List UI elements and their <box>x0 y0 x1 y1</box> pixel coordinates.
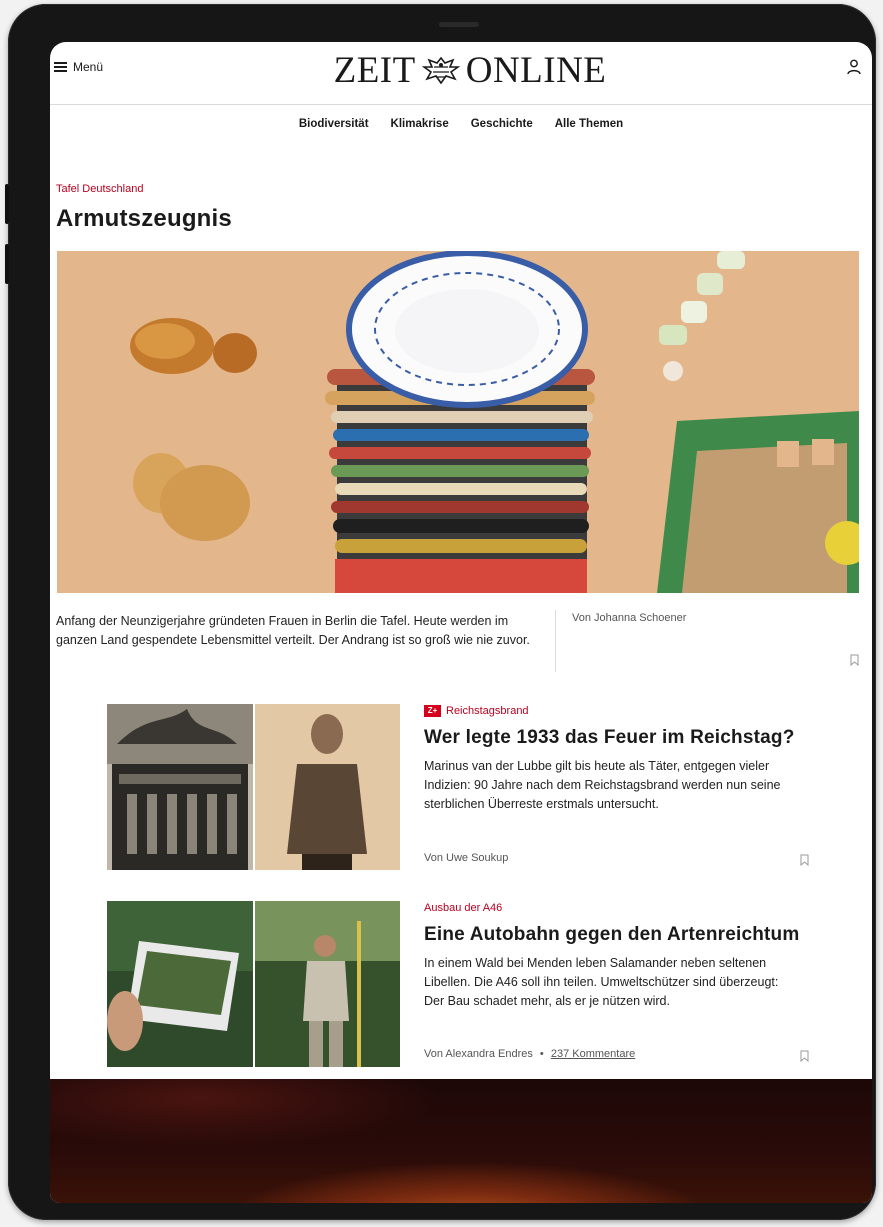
nav-item-geschichte[interactable]: Geschichte <box>471 118 533 130</box>
article-image-autobahn[interactable] <box>107 901 400 1067</box>
menu-label: Menü <box>73 60 104 74</box>
browser-viewport: Menü ZEIT ONLINE Biodiversität Klimakris… <box>50 42 872 1203</box>
zeit-online-logo[interactable]: ZEIT ONLINE <box>320 48 620 92</box>
bookmark-icon[interactable] <box>800 1050 809 1062</box>
hamburger-icon <box>54 62 67 72</box>
dark-teaser-image[interactable] <box>50 1079 872 1203</box>
comments-link[interactable]: 237 Kommentare <box>551 1048 635 1060</box>
side-button <box>5 184 9 224</box>
hero-divider <box>555 610 556 672</box>
bookmark-icon[interactable] <box>800 854 809 866</box>
menu-button[interactable]: Menü <box>54 60 103 74</box>
article-image-reichstag[interactable] <box>107 704 400 870</box>
side-button <box>5 244 9 284</box>
topic-nav: Biodiversität Klimakrise Geschichte Alle… <box>50 118 872 130</box>
article-kicker[interactable]: Z+ Reichstagsbrand <box>424 705 529 717</box>
camera-notch <box>439 22 479 27</box>
site-header: Menü ZEIT ONLINE <box>50 42 872 105</box>
nav-item-biodiversitaet[interactable]: Biodiversität <box>299 118 369 130</box>
article-title[interactable]: Eine Autobahn gegen den Artenreichtum <box>424 924 799 946</box>
hero-title[interactable]: Armutszeugnis <box>56 205 232 233</box>
article-kicker[interactable]: Ausbau der A46 <box>424 902 502 914</box>
article-kicker-text: Reichstagsbrand <box>446 705 529 717</box>
tablet-frame: Menü ZEIT ONLINE Biodiversität Klimakris… <box>5 4 876 1220</box>
article-author: Von Uwe Soukup <box>424 852 509 864</box>
article-title[interactable]: Wer legte 1933 das Feuer im Reichstag? <box>424 727 795 749</box>
hero-kicker[interactable]: Tafel Deutschland <box>56 183 143 195</box>
hero-teaser[interactable]: Anfang der Neunzigerjahre gründeten Frau… <box>56 612 546 650</box>
meta-separator: • <box>539 1048 544 1060</box>
user-account-icon[interactable] <box>846 58 862 76</box>
article-teaser[interactable]: In einem Wald bei Menden leben Salamande… <box>424 954 794 1011</box>
eagle-emblem-icon <box>421 56 460 85</box>
hero-image-plates[interactable] <box>57 251 859 593</box>
article-teaser[interactable]: Marinus van der Lubbe gilt bis heute als… <box>424 757 794 814</box>
article-meta: Von Alexandra Endres • 237 Kommentare <box>424 1048 635 1060</box>
hero-author: Von Johanna Schoener <box>572 612 687 624</box>
nav-item-klimakrise[interactable]: Klimakrise <box>391 118 449 130</box>
bookmark-icon[interactable] <box>850 654 859 666</box>
article-author: Von Alexandra Endres <box>424 1048 533 1060</box>
article-kicker-text: Ausbau der A46 <box>424 902 503 914</box>
logo-text-right: ONLINE <box>465 49 607 91</box>
logo-text-left: ZEIT <box>333 49 416 91</box>
zplus-badge-icon: Z+ <box>424 705 441 717</box>
nav-item-alle-themen[interactable]: Alle Themen <box>555 118 623 130</box>
